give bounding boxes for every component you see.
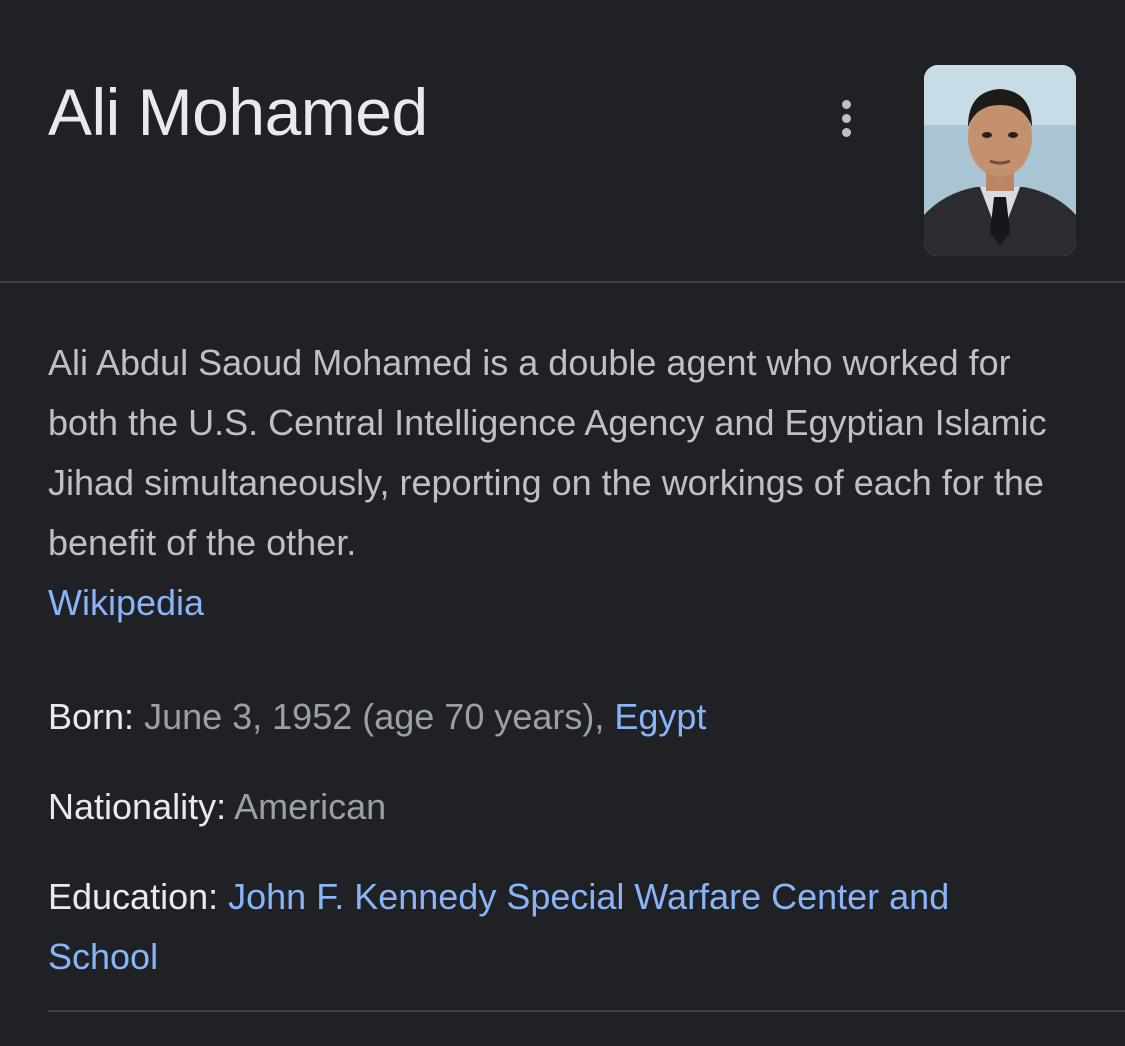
entity-photo[interactable] <box>924 65 1076 256</box>
fact-nationality: Nationality: American <box>48 777 1068 837</box>
wikipedia-link[interactable]: Wikipedia <box>48 582 204 623</box>
fact-education: Education: John F. Kennedy Special Warfa… <box>48 867 1068 987</box>
more-vert-icon-dot <box>841 127 851 137</box>
portrait-image <box>924 65 1076 256</box>
more-vert-icon-dot <box>841 113 851 123</box>
entity-title: Ali Mohamed <box>48 75 428 149</box>
more-vert-icon <box>841 99 851 109</box>
fact-education-label: Education: <box>48 876 219 917</box>
entity-description: Ali Abdul Saoud Mohamed is a double agen… <box>48 333 1058 633</box>
fact-born: Born: June 3, 1952 (age 70 years), Egypt <box>48 687 1068 747</box>
knowledge-panel-header: Ali Mohamed <box>0 0 1125 283</box>
section-divider <box>48 1010 1125 1012</box>
description-text: Ali Abdul Saoud Mohamed is a double agen… <box>48 342 1047 563</box>
fact-nationality-label: Nationality: <box>48 786 227 827</box>
fact-born-value: June 3, 1952 (age 70 years), <box>144 696 615 737</box>
birthplace-link[interactable]: Egypt <box>614 696 706 737</box>
fact-born-label: Born: <box>48 696 135 737</box>
more-options-button[interactable] <box>826 92 866 144</box>
fact-nationality-value: American <box>234 786 387 827</box>
